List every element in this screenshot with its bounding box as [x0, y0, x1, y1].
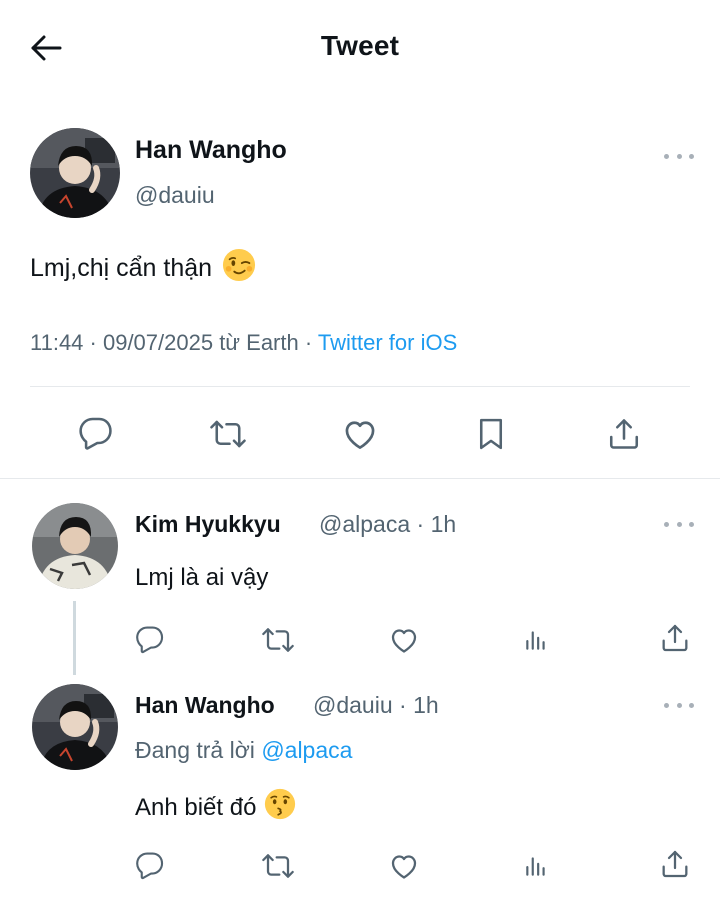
- divider: [0, 478, 720, 479]
- share-button[interactable]: [655, 844, 695, 884]
- reply-button[interactable]: [130, 620, 170, 660]
- bookmark-icon: [473, 416, 509, 452]
- more-options-button[interactable]: [664, 695, 694, 715]
- source-link[interactable]: Twitter for iOS: [318, 330, 457, 355]
- author-name[interactable]: Han Wangho: [135, 692, 275, 719]
- retweet-button[interactable]: [258, 846, 298, 886]
- author-handle-time[interactable]: @dauiu · 1h: [313, 692, 439, 719]
- share-icon: [606, 416, 642, 452]
- divider: [30, 386, 690, 387]
- views-icon: [523, 627, 549, 653]
- more-options-button[interactable]: [664, 146, 694, 166]
- retweet-icon: [262, 850, 294, 882]
- bookmark-button[interactable]: [467, 410, 515, 458]
- reply-text-body: Lmj là ai vậy: [135, 564, 269, 591]
- header: Tweet: [0, 0, 720, 96]
- reply-button[interactable]: [72, 410, 120, 458]
- reply-icon: [135, 851, 165, 881]
- author-name[interactable]: Kim Hyukkyu: [135, 511, 281, 538]
- reply-button[interactable]: [130, 846, 170, 886]
- more-icon: [664, 521, 694, 527]
- avatar[interactable]: [32, 503, 118, 589]
- avatar[interactable]: [32, 684, 118, 770]
- more-icon: [664, 702, 694, 708]
- tweet-text: Lmj,chị cẩn thận: [30, 248, 256, 289]
- share-button[interactable]: [655, 618, 695, 658]
- like-button[interactable]: [336, 410, 384, 458]
- replying-to: Đang trả lời @alpaca: [135, 737, 352, 764]
- timestamp-location: 11:44 · 09/07/2025 từ Earth ·: [30, 330, 318, 355]
- page-title: Tweet: [320, 30, 400, 61]
- reply-icon: [135, 625, 165, 655]
- reply-text: Anh biết đó: [135, 788, 296, 827]
- views-button[interactable]: [516, 846, 556, 886]
- retweet-icon: [262, 624, 294, 656]
- tweet-text-body: Lmj,chị cẩn thận: [30, 254, 213, 282]
- views-button[interactable]: [516, 620, 556, 660]
- more-icon: [664, 153, 694, 159]
- author-handle[interactable]: @dauiu: [135, 182, 215, 209]
- more-options-button[interactable]: [664, 514, 694, 534]
- share-icon: [659, 622, 691, 654]
- tweet-meta: 11:44 · 09/07/2025 từ Earth · Twitter fo…: [30, 330, 457, 356]
- views-icon: [523, 853, 549, 879]
- winking-face-icon: [222, 248, 256, 289]
- like-icon: [341, 415, 379, 453]
- share-icon: [659, 848, 691, 880]
- retweet-button[interactable]: [204, 410, 252, 458]
- replying-prefix: Đang trả lời: [135, 737, 262, 763]
- author-name[interactable]: Han Wangho: [135, 136, 287, 165]
- avatar[interactable]: [30, 128, 120, 218]
- reply-text-body: Anh biết đó: [135, 793, 257, 821]
- like-button[interactable]: [384, 846, 424, 886]
- retweet-icon: [210, 416, 246, 452]
- like-icon: [388, 624, 420, 656]
- reply-text: Lmj là ai vậy: [135, 564, 268, 592]
- thread-line: [73, 601, 76, 675]
- like-icon: [388, 850, 420, 882]
- kissing-face-icon: [264, 788, 296, 827]
- like-button[interactable]: [384, 620, 424, 660]
- retweet-button[interactable]: [258, 620, 298, 660]
- author-handle-time[interactable]: @alpaca · 1h: [319, 511, 456, 538]
- mention-link[interactable]: @alpaca: [261, 737, 352, 763]
- reply-icon: [78, 416, 114, 452]
- share-button[interactable]: [600, 410, 648, 458]
